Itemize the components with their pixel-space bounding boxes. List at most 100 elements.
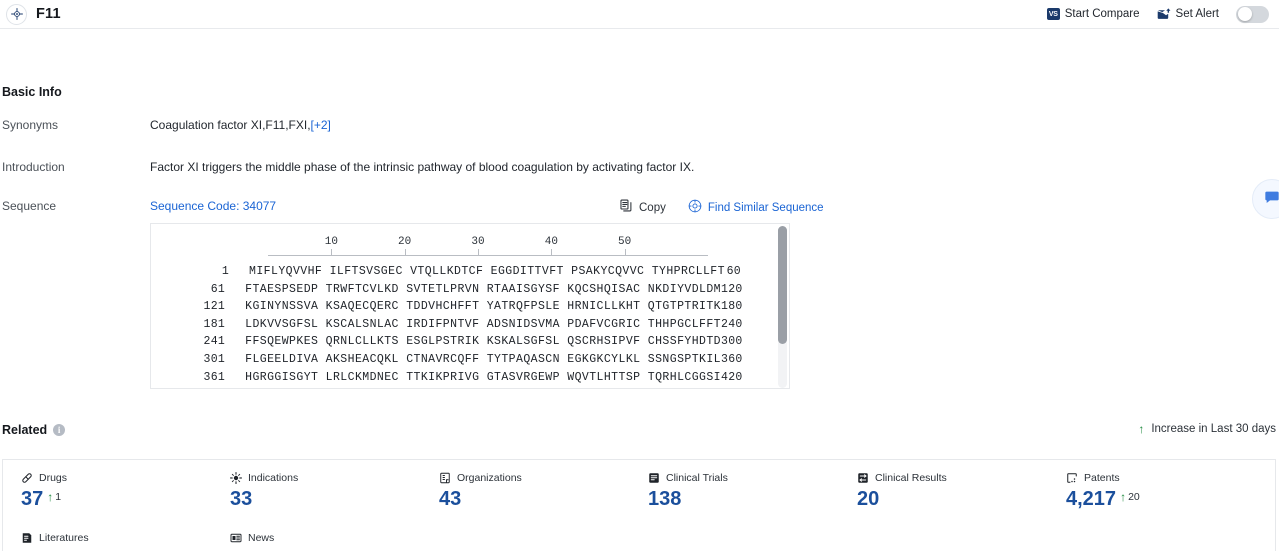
sequence-row-start: 1 [221,265,230,278]
literature-icon [21,532,33,544]
basic-info-heading: Basic Info [2,85,62,99]
card-header: Indications [230,472,439,484]
card-value: 37 [21,488,44,510]
sequence-row-residues: FTAESPSEDP TRWFTCVLKD SVTETLPRVN RTAAISG… [245,282,721,296]
related-title: Related [2,423,48,437]
synonyms-more-link[interactable]: [+2] [311,118,331,132]
sequence-row: 241 FFSQEWPKES QRNLCLLKTS ESGLPSTRIK KSKA… [151,335,789,353]
card-header: Patents [1066,472,1275,484]
related-card-patents[interactable]: Patents 4,217 ↑ 20 [1066,472,1275,532]
card-header: Clinical Results [857,472,1066,484]
toggle-knob [1237,7,1252,21]
sequence-row-residues: MIFLYQVVHF ILFTSVSGEC VTQLLKDTCF EGGDITT… [249,265,725,278]
synonyms-label: Synonyms [2,118,59,132]
clinical-result-icon [857,472,869,484]
ruler-tick-label: 40 [544,236,558,248]
sequence-row-start: 361 [203,370,226,384]
card-label: Clinical Results [875,472,947,484]
sequence-row: 361 HGRGGISGYT LRLCKMDNEC TTKIKPRIVG GTAS… [151,370,789,388]
card-delta: ↑ 20 [1120,490,1140,504]
up-arrow-icon: ↑ [1120,490,1127,505]
synonyms-value: Coagulation factor XI,F11,FXI,[+2] [150,118,331,132]
sequence-rows: 1 MIFLYQVVHF ILFTSVSGEC VTQLLKDTCF EGGDIT… [151,262,789,388]
ruler-tick-mark [551,249,553,255]
target-crosshair-icon [10,7,24,21]
sequence-code-link[interactable]: Sequence Code: 34077 [150,199,276,213]
introduction-value: Factor XI triggers the middle phase of t… [150,160,695,174]
pill-icon [21,472,33,484]
info-icon[interactable]: i [53,424,66,436]
set-alert-toggle[interactable] [1236,5,1269,23]
card-header: Drugs [21,472,230,484]
app-logo [6,3,27,25]
card-value: 33 [230,488,253,510]
ruler-tick-label: 50 [618,236,632,248]
card-value-row: 1,770 [21,546,230,551]
ruler-tick-label: 20 [398,236,412,248]
ruler-tick-mark [404,249,406,255]
card-label: News [248,532,275,544]
card-delta: ↑ 1 [47,490,61,504]
sequence-row: 181 LDKVVSGFSL KSCALSNLAC IRDIFPNTVF ADSN… [151,318,789,336]
set-alert-button[interactable]: Set Alert [1157,8,1219,20]
up-arrow-icon: ↑ [47,490,54,505]
news-icon [230,532,242,544]
sequence-scrollbar[interactable] [778,226,787,388]
start-compare-button[interactable]: VS Start Compare [1046,8,1140,20]
sequence-row-residues: HGRGGISGYT LRLCKMDNEC TTKIKPRIVG GTASVRG… [245,370,721,384]
chat-bubble-icon [1264,189,1279,210]
sequence-row-start: 61 [210,282,226,296]
sequence-viewer[interactable]: 10 20 30 40 50 1 MIFLYQVVHF ILFTSVSGEC VTQLLK… [150,223,790,389]
sequence-viewer-inner: 10 20 30 40 50 1 MIFLYQVVHF ILFTSVSGEC VTQLLK… [151,224,789,388]
card-header: Literatures [21,532,230,544]
card-value: 20 [857,488,880,510]
related-card-indications[interactable]: Indications 33 [230,472,439,532]
copy-sequence-button[interactable]: Copy [620,199,666,216]
card-value-row: 43 [439,486,648,513]
scrollbar-thumb[interactable] [778,226,787,344]
card-label: Drugs [39,472,68,484]
related-cards-grid: Drugs 37 ↑ 1 Indications 33 Organizations 43 Cli… [2,459,1276,551]
sequence-row-residues: FFSQEWPKES QRNLCLLKTS ESGLPSTRIK KSKALSG… [245,335,721,349]
card-value-row: 37 ↑ 1 [21,486,230,513]
increase-legend: ↑ Increase in Last 30 days [1138,423,1276,435]
synonyms-text: Coagulation factor XI,F11,FXI, [150,118,311,132]
related-card-drugs[interactable]: Drugs 37 ↑ 1 [21,472,230,532]
related-card-literatures[interactable]: Literatures 1,770 [21,532,230,551]
related-card-organizations[interactable]: Organizations 43 [439,472,648,532]
sequence-row: 121 KGINYNSSVA KSAQECQERC TDDVHCHFFT YATR… [151,300,789,318]
card-value: 33 [230,546,252,551]
sequence-row-start: 241 [203,335,226,349]
card-value-row: 33 [230,486,439,513]
ruler-tick-label: 30 [471,236,485,248]
card-value: 1,770 [21,546,71,551]
related-card-clinical-trials[interactable]: Clinical Trials 138 [648,472,857,532]
sequence-row-start: 121 [203,300,226,314]
related-heading: Related i [2,423,66,437]
clinical-trial-icon [648,472,660,484]
alert-mail-icon [1157,8,1171,20]
card-delta-value: 20 [1128,491,1140,503]
sequence-row-residues: FLGEELDIVA AKSHEACQKL CTNAVRCQFF TYTPAQA… [245,352,721,366]
related-card-clinical-results[interactable]: Clinical Results 20 [857,472,1066,532]
top-bar: F11 VS Start Compare Set Alert [0,0,1279,29]
card-label: Literatures [39,532,89,544]
up-arrow-icon: ↑ [1138,422,1145,436]
card-value-row: 4,217 ↑ 20 [1066,486,1275,513]
card-header: Organizations [439,472,648,484]
sequence-tools: Copy Find Similar Sequence [620,199,824,216]
card-value: 138 [648,488,682,510]
card-label: Indications [248,472,299,484]
ruler-tick-label: 10 [324,236,338,248]
find-similar-icon [688,199,702,216]
related-card-news[interactable]: News 33↑3 [230,532,439,551]
ruler-axis [268,255,708,256]
chat-fab-button[interactable] [1252,179,1279,219]
find-similar-sequence-button[interactable]: Find Similar Sequence [688,199,824,216]
card-header: Clinical Trials [648,472,857,484]
copy-label: Copy [639,201,666,214]
card-value-row: 33↑3 [230,546,439,551]
virus-icon [230,472,242,484]
card-label: Clinical Trials [666,472,728,484]
sequence-row-residues: LDKVVSGFSL KSCALSNLAC IRDIFPNTVF ADSNIDS… [245,317,721,331]
